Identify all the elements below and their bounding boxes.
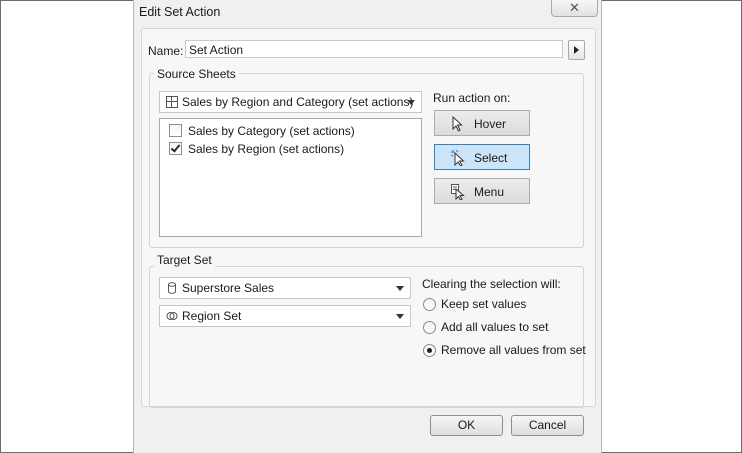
dialog-title: Edit Set Action bbox=[139, 5, 221, 19]
source-sheet-selected: Sales by Region and Category (set action… bbox=[182, 95, 414, 109]
chevron-down-icon bbox=[396, 286, 404, 291]
set-dropdown[interactable]: Region Set bbox=[159, 305, 411, 327]
sheet-checkbox-region[interactable] bbox=[169, 142, 182, 155]
name-insert-button[interactable] bbox=[568, 40, 585, 60]
chevron-down-icon bbox=[396, 314, 404, 319]
list-item: Sales by Region (set actions) bbox=[188, 142, 345, 156]
target-set-label: Target Set bbox=[154, 253, 215, 267]
source-sheets-label: Source Sheets bbox=[154, 67, 239, 81]
database-icon bbox=[168, 282, 176, 294]
radio-label-add: Add all values to set bbox=[441, 320, 549, 334]
select-cursor-icon bbox=[451, 150, 465, 166]
set-icon bbox=[166, 312, 178, 320]
hover-button-label: Hover bbox=[474, 117, 507, 131]
close-button[interactable]: ✕ bbox=[551, 0, 598, 17]
sheet-list: Sales by Category (set actions) Sales by… bbox=[159, 118, 422, 237]
source-sheet-dropdown[interactable]: Sales by Region and Category (set action… bbox=[159, 91, 422, 113]
radio-label-keep: Keep set values bbox=[441, 297, 527, 311]
chevron-down-icon bbox=[407, 100, 415, 105]
clearing-label: Clearing the selection will: bbox=[422, 277, 561, 291]
run-action-label: Run action on: bbox=[433, 91, 511, 105]
datasource-selected: Superstore Sales bbox=[182, 281, 275, 295]
name-input[interactable]: Set Action bbox=[185, 40, 563, 58]
close-icon: ✕ bbox=[569, 0, 580, 15]
menu-button[interactable]: Menu bbox=[434, 178, 530, 204]
cancel-button[interactable]: Cancel bbox=[511, 415, 584, 436]
dashboard-icon bbox=[166, 96, 178, 108]
datasource-dropdown[interactable]: Superstore Sales bbox=[159, 277, 411, 299]
radio-add-all-values[interactable] bbox=[423, 321, 436, 334]
sheet-checkbox-category[interactable] bbox=[169, 124, 182, 137]
radio-remove-all-values[interactable] bbox=[423, 344, 436, 357]
list-item: Sales by Category (set actions) bbox=[188, 124, 355, 138]
radio-keep-set-values[interactable] bbox=[423, 298, 436, 311]
menu-button-label: Menu bbox=[474, 185, 505, 199]
hover-button[interactable]: Hover bbox=[434, 110, 530, 136]
ok-button[interactable]: OK bbox=[430, 415, 503, 436]
name-label: Name: bbox=[148, 44, 184, 58]
radio-label-remove: Remove all values from set bbox=[441, 343, 586, 357]
set-selected: Region Set bbox=[182, 309, 242, 323]
select-button-label: Select bbox=[474, 151, 508, 165]
cursor-icon bbox=[452, 116, 463, 132]
menu-cursor-icon bbox=[451, 184, 465, 200]
select-button[interactable]: Select bbox=[434, 144, 530, 170]
